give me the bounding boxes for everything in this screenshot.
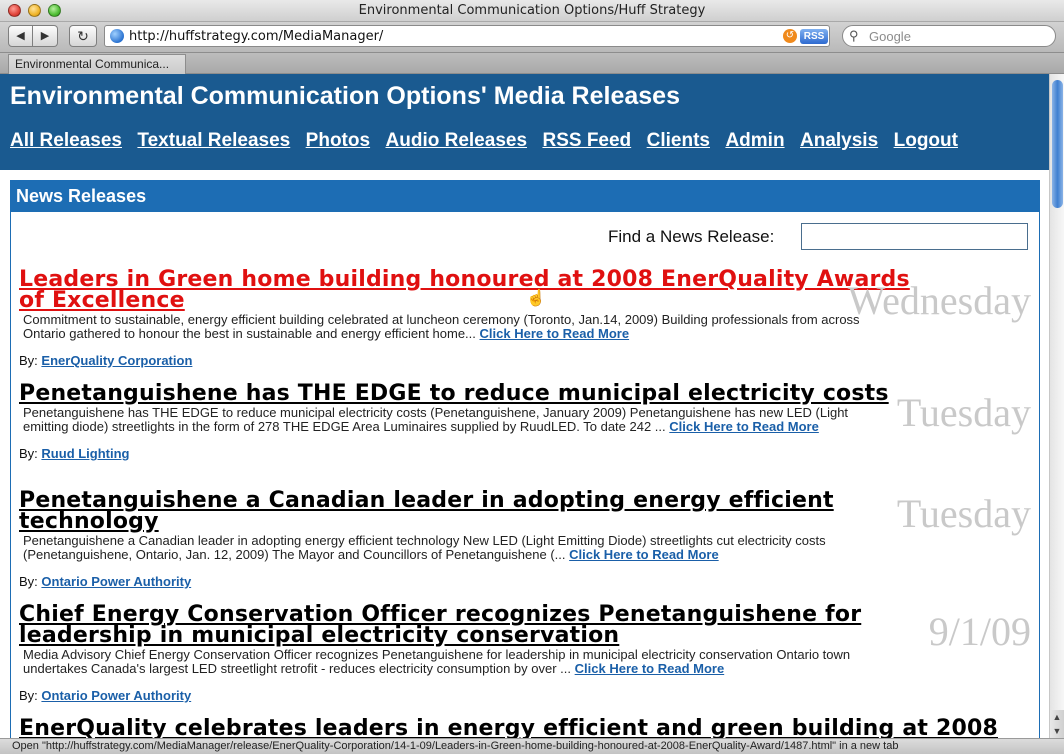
nav-link-audio-releases[interactable]: Audio Releases xyxy=(386,130,528,152)
snapback-icon[interactable]: ↺ xyxy=(783,29,797,43)
browser-toolbar: ◀ ▶ ↻ http://huffstrategy.com/MediaManag… xyxy=(0,22,1064,52)
client-link[interactable]: EnerQuality Corporation xyxy=(41,353,192,368)
tab-active[interactable]: Environmental Communica... xyxy=(8,54,186,74)
nav-link-logout[interactable]: Logout xyxy=(894,130,958,152)
release-item: EnerQuality celebrates leaders in energy… xyxy=(19,718,1031,739)
scroll-down-arrow-icon[interactable]: ▼ xyxy=(1050,724,1064,738)
rss-badge[interactable]: RSS xyxy=(800,29,828,44)
nav-link-admin[interactable]: Admin xyxy=(725,130,784,152)
reload-icon: ↻ xyxy=(77,28,89,44)
release-date: Tuesday xyxy=(896,491,1031,536)
release-item: Leaders in Green home building honoured … xyxy=(19,269,1031,369)
address-bar[interactable]: http://huffstrategy.com/MediaManager/ ↺ … xyxy=(104,25,830,47)
release-item: Chief Energy Conservation Officer recogn… xyxy=(19,604,1031,704)
release-item: Penetanguishene a Canadian leader in ado… xyxy=(19,490,1031,590)
release-title-link[interactable]: Chief Energy Conservation Officer recogn… xyxy=(19,604,912,647)
release-item: Penetanguishene has THE EDGE to reduce m… xyxy=(19,383,1031,462)
forward-button[interactable]: ▶ xyxy=(33,25,58,47)
search-input[interactable]: ⚲ Google xyxy=(842,25,1056,47)
read-more-link[interactable]: Click Here to Read More xyxy=(669,419,819,434)
release-date: Wednesday xyxy=(847,278,1031,323)
site-nav: All Releases Textual Releases Photos Aud… xyxy=(10,130,969,152)
read-more-link[interactable]: Click Here to Read More xyxy=(575,661,725,676)
release-byline: By: Ruud Lighting xyxy=(19,446,1031,461)
site-title: Environmental Communication Options' Med… xyxy=(10,82,680,110)
by-label: By: xyxy=(19,446,38,461)
status-bar: Open "http://huffstrategy.com/MediaManag… xyxy=(0,738,1064,754)
client-link[interactable]: Ontario Power Authority xyxy=(41,688,191,703)
page-viewport: Environmental Communication Options' Med… xyxy=(0,74,1049,738)
scroll-up-arrow-icon[interactable]: ▲ xyxy=(1050,710,1064,724)
window-titlebar: Environmental Communication Options/Huff… xyxy=(0,0,1064,22)
vertical-scrollbar[interactable]: ▲ ▼ xyxy=(1049,74,1064,738)
release-title-link[interactable]: EnerQuality celebrates leaders in energy… xyxy=(19,718,1019,739)
nav-link-clients[interactable]: Clients xyxy=(647,130,710,152)
release-byline: By: Ontario Power Authority xyxy=(19,688,1031,703)
release-summary: Media Advisory Chief Energy Conservation… xyxy=(23,648,883,676)
scrollbar-thumb[interactable] xyxy=(1052,80,1063,208)
site-header: Environmental Communication Options' Med… xyxy=(0,74,1049,170)
release-summary: Penetanguishene a Canadian leader in ado… xyxy=(23,534,883,562)
nav-link-rss-feed[interactable]: RSS Feed xyxy=(542,130,631,152)
panel-heading: News Releases xyxy=(11,181,1039,212)
release-byline: By: EnerQuality Corporation xyxy=(19,353,1031,368)
release-summary: Commitment to sustainable, energy effici… xyxy=(23,313,883,341)
nav-link-photos[interactable]: Photos xyxy=(306,130,370,152)
find-release-label: Find a News Release: xyxy=(608,227,775,246)
release-summary: Penetanguishene has THE EDGE to reduce m… xyxy=(23,406,883,434)
release-date: Tuesday xyxy=(896,390,1031,435)
release-byline: By: Ontario Power Authority xyxy=(19,574,1031,589)
release-title-link[interactable]: Leaders in Green home building honoured … xyxy=(19,269,912,312)
search-icon: ⚲ xyxy=(849,28,859,43)
by-label: By: xyxy=(19,688,38,703)
read-more-link[interactable]: Click Here to Read More xyxy=(480,326,630,341)
by-label: By: xyxy=(19,353,38,368)
release-title-link[interactable]: Penetanguishene has THE EDGE to reduce m… xyxy=(19,383,912,405)
tab-bar: Environmental Communica... xyxy=(0,52,1064,74)
news-releases-panel: News Releases Find a News Release: Leade… xyxy=(10,180,1040,738)
hand-cursor-icon: ☝ xyxy=(526,290,546,307)
window-title: Environmental Communication Options/Huff… xyxy=(358,3,706,18)
back-button[interactable]: ◀ xyxy=(8,25,33,47)
nav-link-textual-releases[interactable]: Textual Releases xyxy=(137,130,290,152)
find-release-input[interactable] xyxy=(801,223,1028,250)
release-date: 9/1/09 xyxy=(928,609,1031,654)
url-text[interactable]: http://huffstrategy.com/MediaManager/ xyxy=(129,29,383,44)
forward-arrow-icon: ▶ xyxy=(40,30,50,42)
client-link[interactable]: Ontario Power Authority xyxy=(41,574,191,589)
release-summary-text: Commitment to sustainable, energy effici… xyxy=(23,312,860,341)
release-summary-text: Media Advisory Chief Energy Conservation… xyxy=(23,647,851,676)
client-link[interactable]: Ruud Lighting xyxy=(41,446,129,461)
reload-button[interactable]: ↻ xyxy=(69,25,97,47)
nav-link-all-releases[interactable]: All Releases xyxy=(10,130,122,152)
search-placeholder: Google xyxy=(869,29,911,44)
read-more-link[interactable]: Click Here to Read More xyxy=(569,547,719,562)
globe-icon xyxy=(110,29,124,43)
nav-link-analysis[interactable]: Analysis xyxy=(800,130,878,152)
status-text: Open "http://huffstrategy.com/MediaManag… xyxy=(12,740,899,752)
by-label: By: xyxy=(19,574,38,589)
release-title-link[interactable]: Penetanguishene a Canadian leader in ado… xyxy=(19,490,912,533)
back-arrow-icon: ◀ xyxy=(16,30,25,42)
